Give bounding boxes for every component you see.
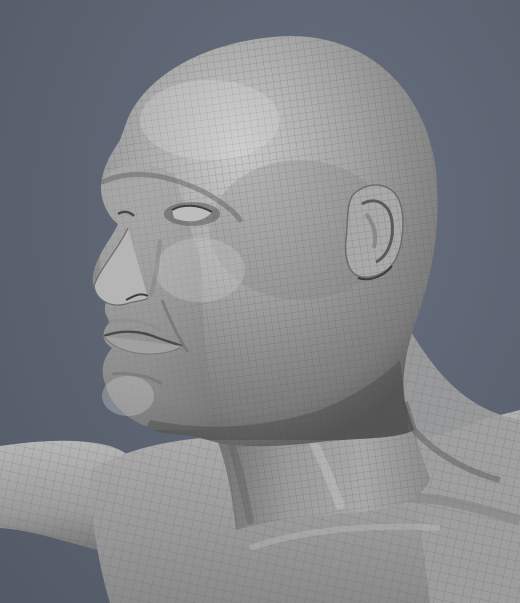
3d-viewport[interactable] xyxy=(0,0,520,603)
head-mesh-render xyxy=(0,36,520,603)
head-mesh xyxy=(92,36,438,447)
